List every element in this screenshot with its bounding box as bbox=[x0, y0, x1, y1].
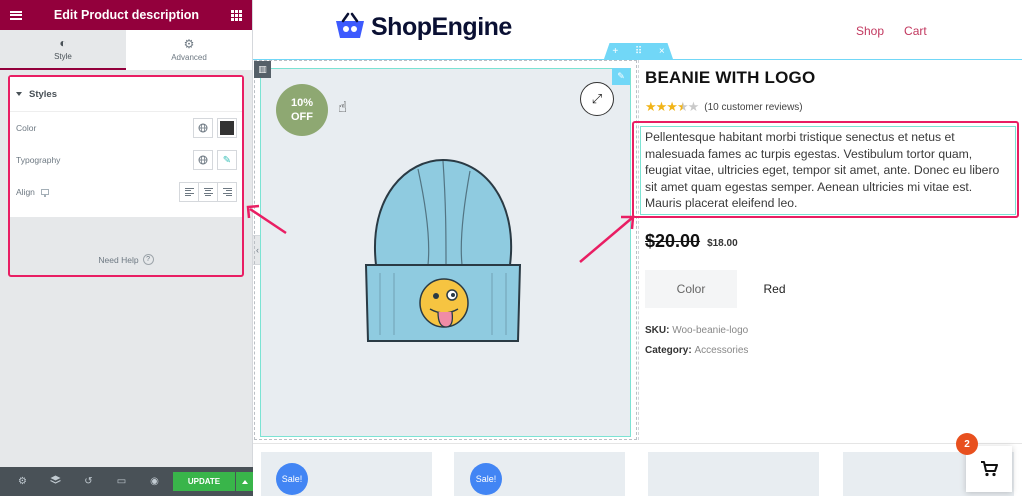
typography-control: Typography ✎ bbox=[10, 144, 242, 176]
styles-section-title: Styles bbox=[29, 88, 57, 100]
align-center-button[interactable] bbox=[198, 182, 218, 202]
rating-stars: ★★★★★ bbox=[645, 99, 699, 114]
panel-footer: ⚙ ↺ ▭ ◉ UPDATE bbox=[0, 467, 253, 496]
update-button[interactable]: UPDATE bbox=[173, 472, 235, 491]
typography-edit-pencil-icon[interactable]: ✎ bbox=[217, 150, 237, 170]
variation-option-red[interactable]: Red bbox=[737, 270, 812, 308]
preview-eye-icon[interactable]: ◉ bbox=[138, 476, 171, 487]
panel-title: Edit Product description bbox=[53, 8, 200, 22]
desktop-icon[interactable] bbox=[40, 189, 49, 197]
expand-icon[interactable]: ⤢ bbox=[580, 82, 614, 116]
logo-text: ShopEngine bbox=[371, 12, 512, 41]
column-divider bbox=[638, 60, 639, 440]
panel-header: Edit Product description bbox=[0, 0, 252, 30]
annotation-arrow-right bbox=[579, 215, 635, 263]
panel-tabs: ◐ Style ⚙ Advanced bbox=[0, 30, 252, 70]
product-sku: SKU: Woo-beanie-logo bbox=[645, 325, 748, 336]
shopping-cart-icon bbox=[981, 461, 998, 477]
menu-icon[interactable] bbox=[10, 10, 22, 20]
regular-price: $20.00 bbox=[645, 231, 701, 251]
sku-label: SKU: bbox=[645, 325, 670, 336]
align-center-icon bbox=[203, 187, 213, 197]
settings-gear-icon[interactable]: ⚙ bbox=[6, 476, 39, 487]
global-icon[interactable] bbox=[193, 118, 213, 138]
sku-value: Woo-beanie-logo bbox=[672, 325, 749, 336]
discount-off: OFF bbox=[291, 111, 313, 123]
tab-advanced-label: Advanced bbox=[171, 53, 207, 62]
color-label: Color bbox=[16, 123, 37, 133]
category-link[interactable]: Accessories bbox=[694, 345, 748, 356]
need-help-label: Need Help bbox=[98, 254, 139, 265]
section-divider bbox=[253, 443, 1022, 444]
discount-percent: 10% bbox=[290, 97, 314, 109]
need-help-link[interactable]: Need Help ? bbox=[10, 254, 242, 265]
cart-count-badge: 2 bbox=[956, 433, 978, 455]
cart-logo-icon bbox=[336, 12, 364, 38]
align-right-icon bbox=[222, 187, 232, 197]
variation-label: Color bbox=[645, 270, 737, 308]
product-title: BEANIE WITH LOGO bbox=[645, 68, 816, 87]
widget-edit-pencil-icon[interactable]: ✎ bbox=[612, 68, 630, 85]
align-control: Align bbox=[10, 176, 242, 208]
styles-section: Styles Color Typography ✎ Align Need Hel… bbox=[8, 75, 244, 277]
discount-badge: 10% OFF bbox=[276, 84, 328, 136]
hand-cursor-icon: ☝ bbox=[338, 99, 348, 116]
annotation-arrow-left bbox=[246, 204, 287, 235]
delete-section-icon[interactable]: × bbox=[659, 46, 665, 57]
nav-cart[interactable]: Cart bbox=[904, 24, 927, 38]
caret-down-icon bbox=[16, 92, 22, 96]
review-count-link[interactable]: (10 customer reviews) bbox=[704, 102, 802, 113]
color-control: Color bbox=[10, 112, 242, 144]
site-nav: Shop Cart bbox=[856, 24, 927, 38]
tab-advanced[interactable]: ⚙ Advanced bbox=[126, 30, 252, 70]
history-icon[interactable]: ↺ bbox=[72, 476, 105, 487]
typography-label: Typography bbox=[16, 155, 61, 165]
section-edit-bar: + ⠿ × bbox=[604, 43, 673, 59]
navigator-layers-icon[interactable] bbox=[39, 475, 72, 488]
half-circle-icon: ◐ bbox=[59, 36, 67, 50]
drag-handle-icon[interactable]: ⠿ bbox=[635, 46, 642, 57]
product-rating: ★★★★★ (10 customer reviews) bbox=[645, 99, 803, 115]
widgets-grid-icon[interactable] bbox=[231, 9, 242, 21]
tab-style-label: Style bbox=[54, 52, 72, 61]
description-highlight-frame bbox=[632, 121, 1019, 218]
sale-badge: Sale! bbox=[470, 463, 502, 495]
update-options-caret[interactable] bbox=[236, 472, 253, 491]
related-product-card[interactable] bbox=[648, 452, 819, 496]
nav-shop[interactable]: Shop bbox=[856, 24, 884, 38]
beanie-product-image bbox=[364, 158, 522, 342]
site-logo[interactable]: ShopEngine bbox=[333, 12, 512, 42]
editor-panel: Edit Product description ◐ Style ⚙ Advan… bbox=[0, 0, 253, 496]
global-icon[interactable] bbox=[193, 150, 213, 170]
align-right-button[interactable] bbox=[217, 182, 237, 202]
half-star-icon: ★ bbox=[676, 99, 689, 114]
tab-style[interactable]: ◐ Style bbox=[0, 30, 126, 70]
product-category: Category: Accessories bbox=[645, 345, 748, 356]
question-icon: ? bbox=[142, 254, 154, 265]
responsive-mode-icon[interactable]: ▭ bbox=[105, 476, 138, 487]
category-label: Category: bbox=[645, 345, 692, 356]
gear-icon: ⚙ bbox=[183, 37, 195, 51]
align-left-icon bbox=[184, 187, 194, 197]
caret-up-icon bbox=[241, 479, 248, 484]
color-picker[interactable] bbox=[217, 118, 237, 138]
sale-badge: Sale! bbox=[276, 463, 308, 495]
variation-row: Color Red bbox=[645, 270, 812, 308]
styles-section-toggle[interactable]: Styles bbox=[10, 77, 242, 112]
column-handle-icon[interactable]: ▥ bbox=[254, 61, 271, 78]
align-label: Align bbox=[16, 187, 35, 197]
product-price: $20.00 $18.00 bbox=[645, 231, 738, 252]
add-section-icon[interactable]: + bbox=[612, 46, 618, 57]
align-left-button[interactable] bbox=[179, 182, 199, 202]
align-buttons bbox=[179, 182, 237, 202]
color-swatch bbox=[220, 121, 234, 135]
sale-price: $18.00 bbox=[707, 238, 738, 249]
